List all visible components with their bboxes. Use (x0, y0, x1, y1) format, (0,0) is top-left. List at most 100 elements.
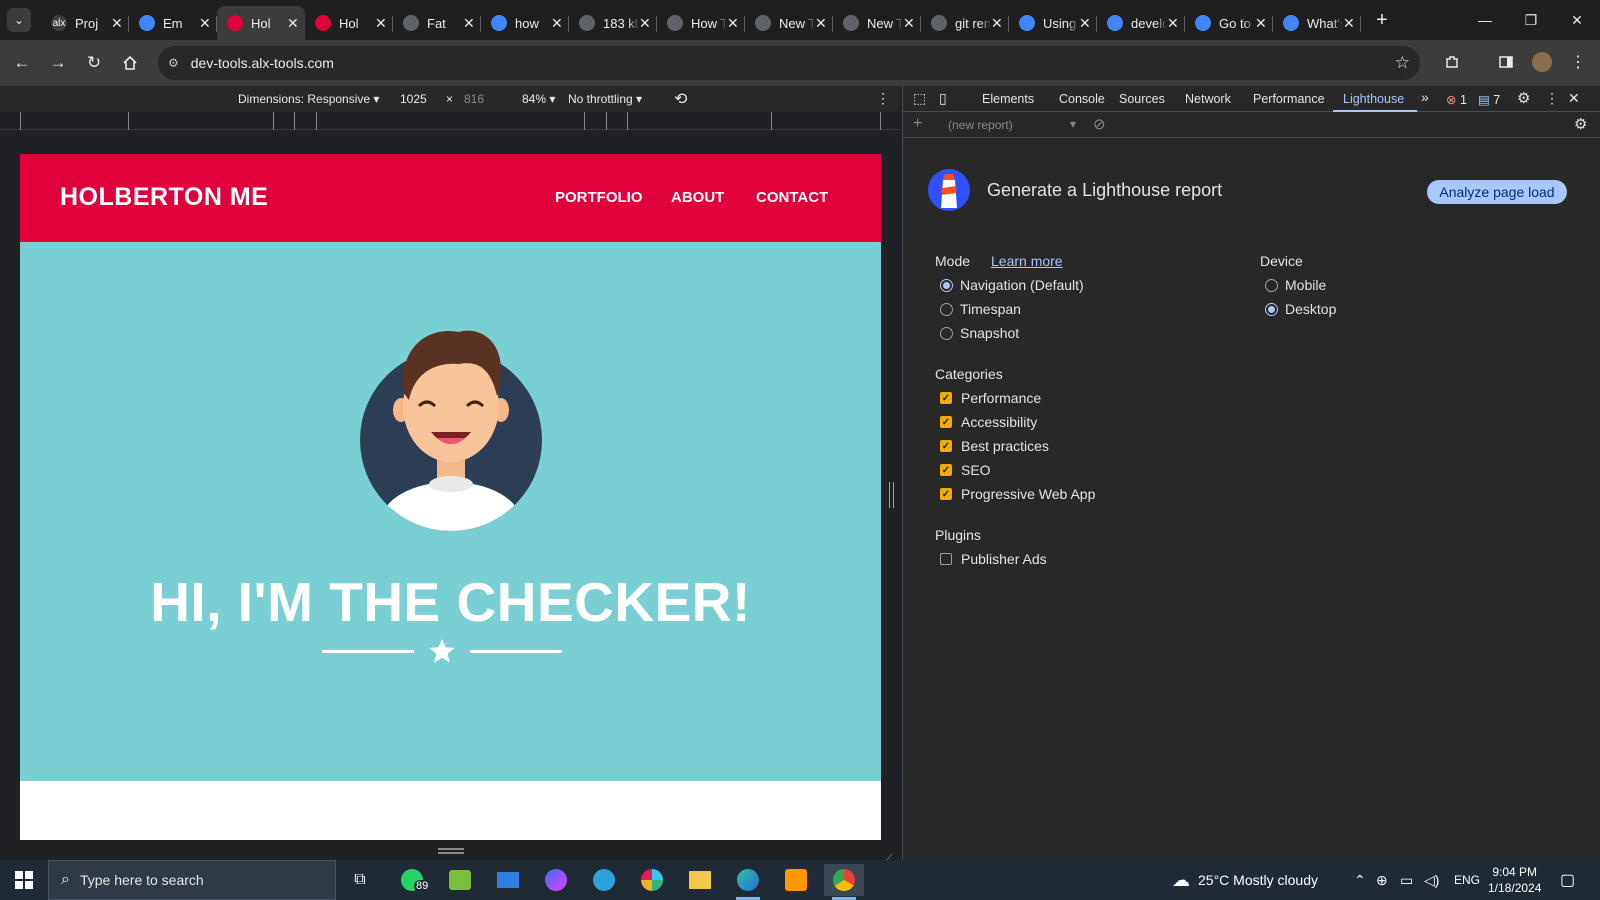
new-tab-button[interactable]: + (1367, 5, 1397, 35)
slack-app[interactable] (632, 864, 672, 896)
lighthouse-settings-icon[interactable]: ⚙ (1574, 115, 1587, 133)
tab-close-icon[interactable]: ✕ (287, 15, 299, 32)
clock[interactable]: 9:04 PM 1/18/2024 (1488, 860, 1541, 900)
browser-tab[interactable]: git rem ✕ (921, 6, 1009, 40)
task-view-icon[interactable]: ⧉ (340, 864, 380, 896)
device-mobile-radio[interactable]: Mobile (1265, 277, 1326, 293)
report-select[interactable]: (new report) (948, 118, 1013, 132)
file-explorer-app[interactable] (680, 864, 720, 896)
browser-tab[interactable]: New Tab✕ (833, 6, 921, 40)
category-best-practices-checkbox[interactable]: ✓ Best practices (940, 438, 1049, 454)
browser-tab[interactable]: New Tab✕ (745, 6, 833, 40)
volume-icon[interactable]: ◁) (1424, 860, 1439, 900)
tab-search-button[interactable]: ⌄ (7, 8, 31, 32)
category-accessibility-checkbox[interactable]: ✓ Accessibility (940, 414, 1037, 430)
back-button[interactable]: ← (4, 45, 40, 81)
category-seo-checkbox[interactable]: ✓ SEO (940, 462, 991, 478)
telegram-app[interactable] (584, 864, 624, 896)
tab-close-icon[interactable]: ✕ (199, 15, 211, 32)
profile-avatar[interactable] (1524, 44, 1560, 80)
browser-tab[interactable]: Hol ✕ (305, 6, 393, 40)
hidden-icons-chevron-icon[interactable]: ⌃ (1354, 860, 1366, 900)
device-toggle-icon[interactable]: ▯ (939, 90, 947, 107)
dimensions-select[interactable]: Dimensions: Responsive ▾ (238, 92, 379, 106)
tab-close-icon[interactable]: ✕ (727, 15, 739, 32)
resize-handle-bottom[interactable] (438, 848, 464, 854)
mail-app[interactable] (488, 864, 528, 896)
width-input[interactable]: 1025 (400, 92, 427, 106)
site-info-icon[interactable]: ⚙ (168, 56, 179, 70)
tab-performance[interactable]: Performance (1253, 92, 1325, 106)
clear-reports-icon[interactable]: ⊘ (1093, 115, 1106, 133)
zoom-select[interactable]: 84% ▾ (522, 92, 555, 106)
tab-close-icon[interactable]: ✕ (551, 15, 563, 32)
error-count[interactable]: ⊗ 1 (1446, 92, 1467, 107)
extensions-icon[interactable] (1434, 44, 1470, 80)
site-brand[interactable]: HOLBERTON ME (60, 183, 268, 212)
browser-tab[interactable]: What's ✕ (1273, 6, 1361, 40)
tab-close-icon[interactable]: ✕ (639, 15, 651, 32)
notifications-icon[interactable]: ▢ (1560, 860, 1575, 900)
browser-menu-icon[interactable]: ⋮ (1560, 44, 1596, 80)
tab-close-icon[interactable]: ✕ (903, 15, 915, 32)
tab-elements[interactable]: Elements (982, 92, 1034, 106)
device-desktop-radio[interactable]: Desktop (1265, 301, 1336, 317)
category-performance-checkbox[interactable]: ✓ Performance (940, 390, 1041, 406)
messenger-app[interactable] (536, 864, 576, 896)
notepad-plus-app[interactable] (440, 864, 480, 896)
tab-close-icon[interactable]: ✕ (111, 15, 123, 32)
tab-sources[interactable]: Sources (1119, 92, 1165, 106)
browser-tab[interactable]: how ✕ (481, 6, 569, 40)
tab-console[interactable]: Console (1059, 92, 1105, 106)
browser-tab[interactable]: Fat ✕ (393, 6, 481, 40)
forward-button[interactable]: → (40, 45, 76, 81)
height-input[interactable]: 816 (464, 92, 484, 106)
add-report-icon[interactable]: + (913, 115, 922, 133)
close-window-button[interactable]: ✕ (1554, 0, 1600, 40)
message-count[interactable]: ▤ 7 (1478, 92, 1500, 107)
browser-tab[interactable]: Using Li✕ (1009, 6, 1097, 40)
analyze-page-load-button[interactable]: Analyze page load (1427, 180, 1567, 204)
mode-snapshot-radio[interactable]: Snapshot (940, 325, 1019, 341)
throttling-select[interactable]: No throttling ▾ (568, 92, 642, 106)
category-pwa-checkbox[interactable]: ✓ Progressive Web App (940, 486, 1095, 502)
resize-handle-right[interactable] (883, 86, 900, 860)
taskbar-search[interactable]: ⌕ Type here to search (48, 860, 336, 900)
tab-close-icon[interactable]: ✕ (463, 15, 475, 32)
mode-navigation-radio[interactable]: Navigation (Default) (940, 277, 1084, 293)
tab-close-icon[interactable]: ✕ (375, 15, 387, 32)
bookmark-star-icon[interactable]: ☆ (1395, 53, 1410, 73)
reload-button[interactable]: ↻ (76, 45, 112, 81)
restore-button[interactable]: ❐ (1508, 0, 1554, 40)
tab-lighthouse[interactable]: Lighthouse (1343, 92, 1404, 106)
tab-close-icon[interactable]: ✕ (1167, 15, 1179, 32)
tab-close-icon[interactable]: ✕ (1343, 15, 1355, 32)
sublime-app[interactable] (776, 864, 816, 896)
minimize-button[interactable]: — (1462, 0, 1508, 40)
weather-widget[interactable]: ☁ 25°C Mostly cloudy (1172, 860, 1318, 900)
tab-close-icon[interactable]: ✕ (1255, 15, 1267, 32)
browser-tab[interactable]: Hol ✕ (217, 6, 305, 40)
edge-app[interactable] (728, 864, 768, 900)
rotate-icon[interactable]: ⟲ (674, 89, 687, 109)
browser-tab[interactable]: 183 kb ✕ (569, 6, 657, 40)
nav-contact[interactable]: CONTACT (756, 189, 828, 206)
browser-tab[interactable]: develop✕ (1097, 6, 1185, 40)
tab-network[interactable]: Network (1185, 92, 1231, 106)
tab-close-icon[interactable]: ✕ (815, 15, 827, 32)
devtools-menu-icon[interactable]: ⋮ (1545, 90, 1559, 107)
more-tabs-icon[interactable]: » (1421, 89, 1429, 105)
nav-about[interactable]: ABOUT (671, 189, 724, 206)
side-panel-icon[interactable] (1488, 44, 1524, 80)
network-globe-icon[interactable]: ⊕ (1376, 860, 1388, 900)
report-dropdown-icon[interactable]: ▾ (1070, 117, 1076, 131)
close-devtools-icon[interactable]: ✕ (1568, 90, 1580, 107)
whatsapp-app[interactable]: 89 (392, 864, 432, 896)
plugin-publisher-ads-checkbox[interactable]: Publisher Ads (940, 551, 1047, 567)
browser-tab[interactable]: Em ✕ (129, 6, 217, 40)
nav-portfolio[interactable]: PORTFOLIO (555, 189, 643, 206)
tab-close-icon[interactable]: ✕ (1079, 15, 1091, 32)
home-button[interactable] (112, 45, 148, 81)
browser-tab[interactable]: Go to h✕ (1185, 6, 1273, 40)
chrome-app[interactable] (824, 864, 864, 900)
